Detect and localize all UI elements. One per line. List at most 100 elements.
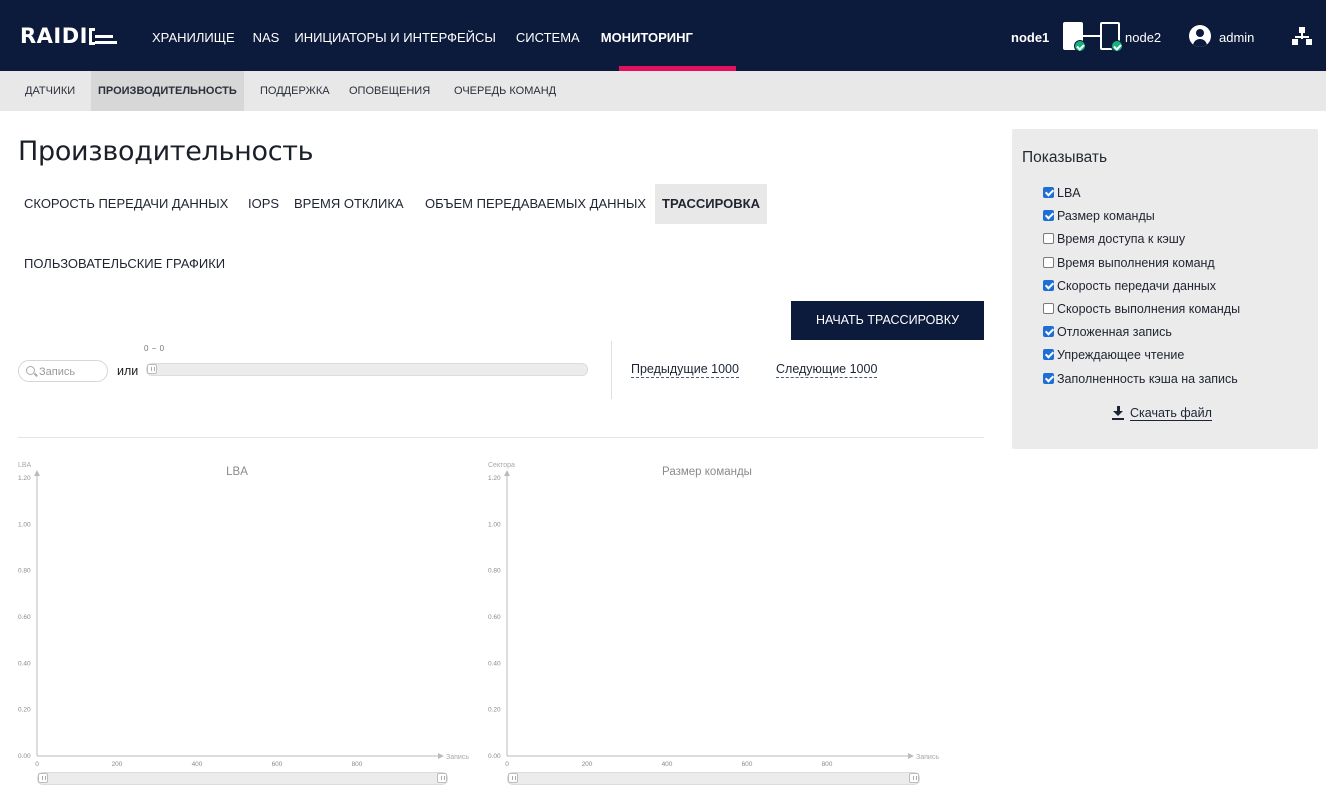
checkbox-checked[interactable] [1043,326,1054,337]
sub-navigation: ДАТЧИКИ ПРОИЗВОДИТЕЛЬНОСТЬ ПОДДЕРЖКА ОПО… [0,71,1326,111]
command-size-chart: 0.00 0.20 0.40 0.60 0.80 1.00 1.20 0 200 400 600 80… [488,462,939,768]
chart-title: LBA [226,466,248,478]
y-tick-label: 1.00 [488,521,501,528]
tab-data-volume[interactable]: ОБЪЕМ ПЕРЕДАВАЕМЫХ ДАННЫХ [425,196,646,211]
previous-1000-link[interactable]: Предыдущие 1000 [631,362,739,378]
show-option-row[interactable]: Заполненность кэша на запись [1043,372,1238,388]
x-tick-label: 0 [505,761,509,768]
logo-mark-icon [88,28,119,45]
checkbox-unchecked[interactable] [1043,257,1054,268]
search-icon [26,366,35,375]
tab-custom-charts[interactable]: ПОЛЬЗОВАТЕЛЬСКИЕ ГРАФИКИ [24,256,225,271]
tab-iops[interactable]: IOPS [248,196,279,211]
y-tick-label: 0.40 [488,660,501,667]
x-tick-label: 800 [352,761,363,768]
next-1000-link[interactable]: Следующие 1000 [776,362,878,378]
show-option-label: Заполненность кэша на запись [1057,372,1238,386]
show-option-row[interactable]: Время доступа к кэшу [1043,232,1185,248]
y-axis-arrow [504,470,510,476]
nav-item-system[interactable]: СИСТЕМА [516,30,580,45]
x-axis-title: Запись [916,754,939,761]
checkbox-unchecked[interactable] [1043,303,1054,314]
y-tick-label: 0.20 [488,707,501,714]
x-axis-arrow [438,753,444,759]
checkbox-unchecked[interactable] [1043,233,1054,244]
raidix-logo[interactable]: RAIDI [20,24,119,48]
show-option-label: Время выполнения команд [1057,256,1215,270]
checkbox-checked[interactable] [1043,280,1054,291]
show-option-row[interactable]: LBA [1043,186,1081,202]
lba-scroll-handle-right[interactable] [437,773,447,783]
show-option-label: Скорость передачи данных [1057,279,1217,293]
record-search-input[interactable] [39,364,105,379]
show-option-row[interactable]: Размер команды [1043,209,1155,225]
show-option-row[interactable]: Время выполнения команд [1043,256,1215,272]
subnav-item-performance[interactable]: ПРОИЗВОДИТЕЛЬНОСТЬ [91,71,244,111]
show-option-label: Упреждающее чтение [1057,348,1185,362]
lba-scroll-handle-left[interactable] [38,773,48,783]
section-divider [18,437,984,438]
checkbox-checked[interactable] [1043,373,1054,384]
nav-item-storage[interactable]: ХРАНИЛИЩЕ [152,30,235,45]
x-tick-label: 200 [112,761,123,768]
node2-label[interactable]: node2 [1125,30,1161,45]
user-name[interactable]: admin [1219,30,1254,45]
y-tick-label: 1.20 [488,475,501,482]
lba-chart: 0.00 0.20 0.40 0.60 0.80 1.00 1.20 0 200 400 600 80… [18,462,469,768]
y-tick-label: 0.80 [488,568,501,575]
y-axis-title: LBA [18,462,32,469]
download-file-link[interactable]: Скачать файл [1112,406,1212,421]
subnav-item-command-queue[interactable]: ОЧЕРЕДЬ КОМАНД [447,71,563,111]
y-tick-label: 0.60 [18,614,31,621]
top-navigation-bar: RAIDI ХРАНИЛИЩЕ NAS ИНИЦИАТОРЫ И ИНТЕРФЕ… [0,0,1326,71]
y-tick-label: 0.80 [18,568,31,575]
tab-response-time[interactable]: ВРЕМЯ ОТКЛИКА [294,196,404,211]
page-title: Производительность [18,136,314,167]
subnav-item-alerts[interactable]: ОПОВЕЩЕНИЯ [342,71,437,111]
y-axis-title: Сектора [488,462,515,469]
node1-label[interactable]: node1 [1011,30,1049,45]
show-option-row[interactable]: Упреждающее чтение [1043,348,1184,364]
command-size-scroll-handle-right[interactable] [909,773,919,783]
checkbox-checked[interactable] [1043,187,1054,198]
range-slider-handle[interactable] [147,364,157,374]
tab-data-rate[interactable]: СКОРОСТЬ ПЕРЕДАЧИ ДАННЫХ [24,196,228,211]
subnav-item-support[interactable]: ПОДДЕРЖКА [253,71,337,111]
show-option-row[interactable]: Отложенная запись [1043,325,1172,341]
nav-item-initiators[interactable]: ИНИЦИАТОРЫ И ИНТЕРФЕЙСЫ [294,30,496,45]
subnav-item-sensors[interactable]: ДАТЧИКИ [18,71,82,111]
download-icon [1112,406,1124,420]
y-tick-label: 0.60 [488,614,501,621]
checkbox-checked[interactable] [1043,349,1054,360]
show-option-row[interactable]: Скорость передачи данных [1043,279,1216,295]
tab-tracing[interactable]: ТРАССИРОВКА [655,184,767,224]
record-search[interactable] [18,360,108,382]
divider [611,341,612,399]
checkbox-checked[interactable] [1043,210,1054,221]
or-label: или [117,364,139,378]
download-file-label: Скачать файл [1130,406,1212,421]
x-axis-title: Запись [446,754,469,761]
command-size-scroll-handle-left[interactable] [508,773,518,783]
nav-item-nas[interactable]: NAS [253,30,280,45]
y-tick-label: 0.00 [18,753,31,760]
record-range-slider[interactable] [146,363,588,376]
nav-item-monitoring[interactable]: МОНИТОРИНГ [601,30,693,45]
network-topology-icon[interactable] [1292,27,1312,45]
x-tick-label: 600 [742,761,753,768]
command-size-chart-scroll[interactable] [507,772,920,785]
node2-ok-icon [1111,40,1123,52]
lba-chart-scroll[interactable] [37,772,448,785]
y-tick-label: 0.20 [18,707,31,714]
y-tick-label: 1.20 [18,475,31,482]
x-axis-arrow [908,753,914,759]
x-tick-label: 400 [662,761,673,768]
x-tick-label: 600 [272,761,283,768]
panel-title: Показывать [1022,149,1108,166]
start-trace-button[interactable]: НАЧАТЬ ТРАССИРОВКУ [791,301,984,340]
user-avatar-icon[interactable] [1189,25,1211,47]
y-tick-label: 0.40 [18,660,31,667]
show-option-label: Отложенная запись [1057,325,1172,339]
main-nav: ХРАНИЛИЩЕ NAS ИНИЦИАТОРЫ И ИНТЕРФЕЙСЫ СИ… [152,30,693,45]
show-option-row[interactable]: Скорость выполнения команды [1043,302,1240,318]
